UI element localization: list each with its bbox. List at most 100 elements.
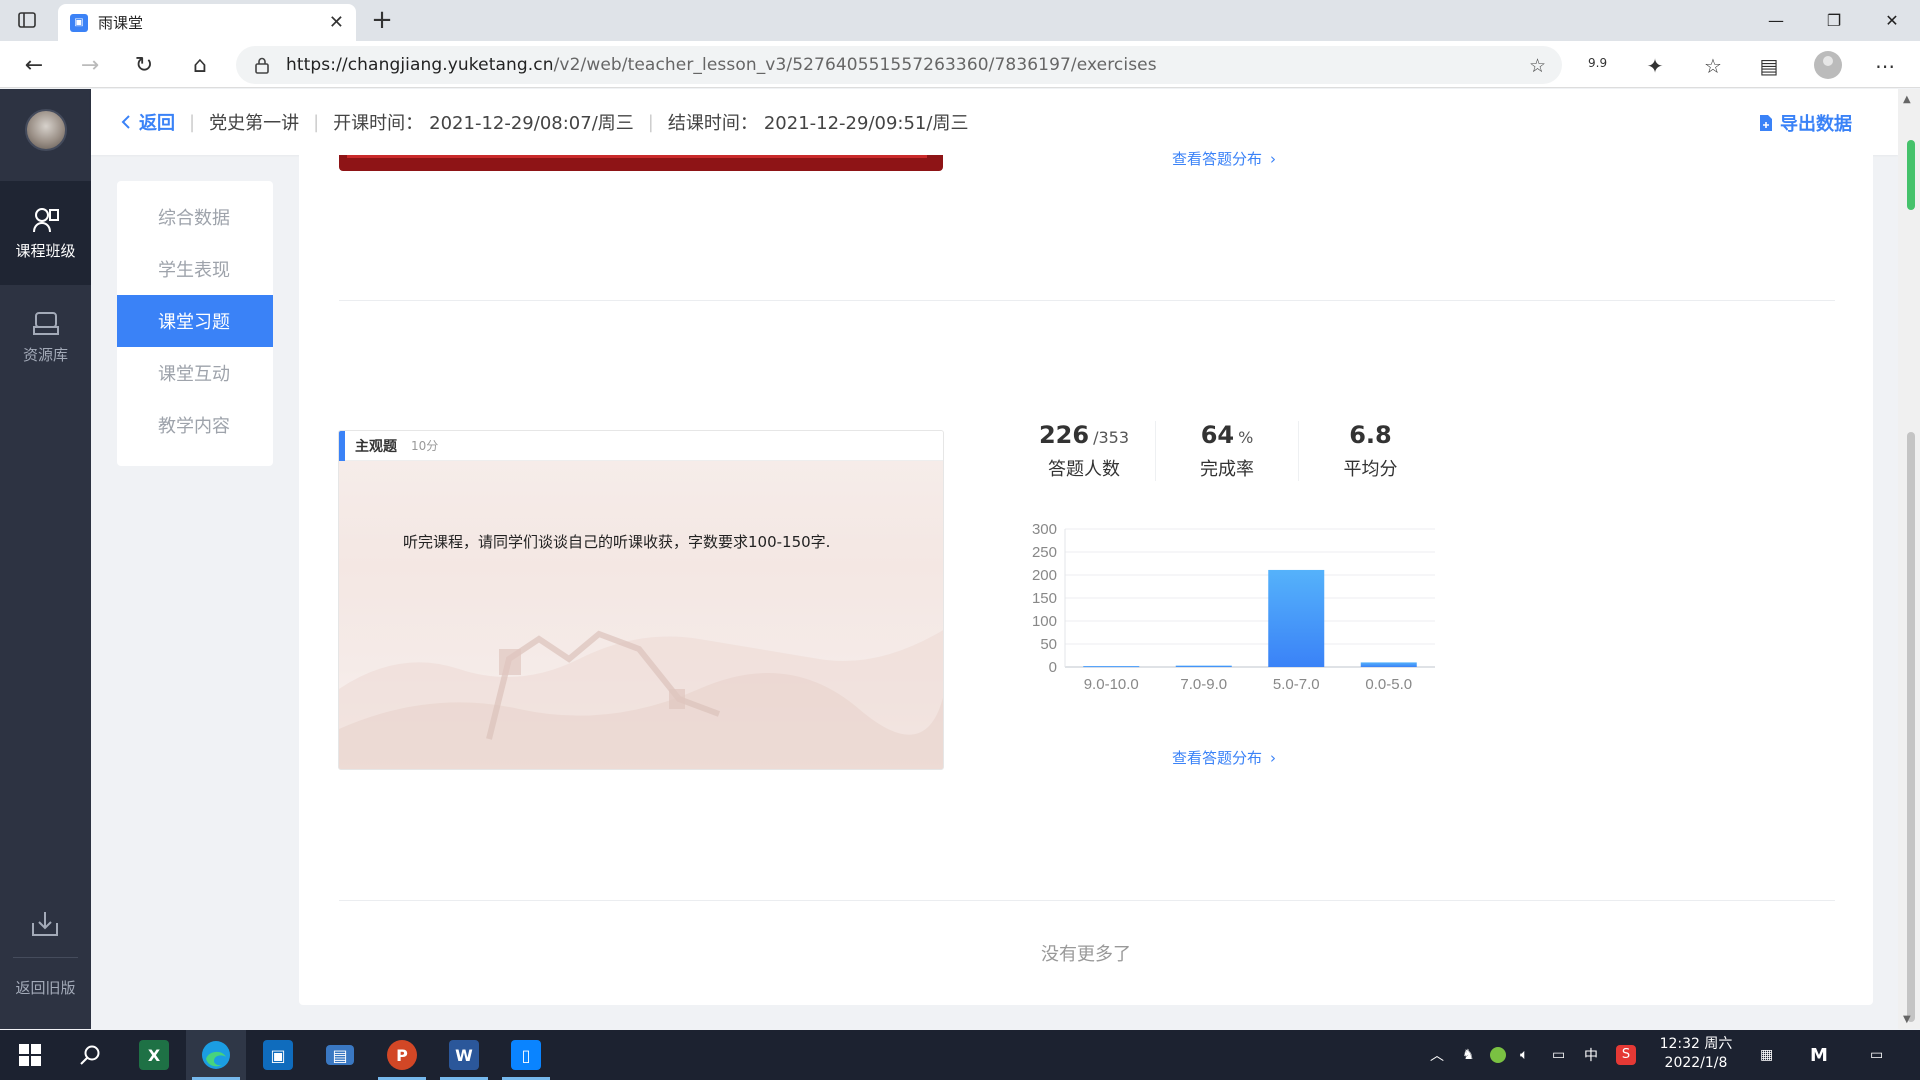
link-label: 查看答题分布 [1172, 150, 1263, 168]
exercise-slide-card[interactable]: 主观题 10分 听完课程，请同学们谈谈自己的听课收获，字数要求100-150字. [338, 430, 944, 770]
scroll-down-icon[interactable]: ▼ [1903, 1014, 1911, 1025]
exercise-stats: 226/353 答题人数 64% 完成率 6.8 平均分 [1013, 421, 1442, 481]
more-menu-icon[interactable]: ⋯ [1872, 53, 1898, 79]
y-tick-label: 250 [1032, 544, 1057, 561]
favorites-icon[interactable]: ☆ [1700, 53, 1726, 79]
windows-taskbar: X ▣ ▤ P W ▯ ︿ ♞ 🔈︎ ▭ 中 S 12:32 周六 2022/1… [0, 1030, 1920, 1080]
link-label: 查看答题分布 [1172, 749, 1263, 767]
ime-indicator[interactable]: 中 [1584, 1030, 1598, 1080]
avatar[interactable] [25, 109, 67, 151]
back-label: 返回 [139, 113, 175, 134]
tray-wechat-icon[interactable] [1490, 1030, 1506, 1080]
x-tick-label: 0.0-5.0 [1365, 676, 1412, 691]
stat-answered: 226/353 答题人数 [1013, 421, 1156, 481]
tab-title: 雨课堂 [98, 14, 144, 32]
exercise-panel: 查看答题分布 › 主观题 10分 听完课程，请同学们谈谈自己的听课收获，字数要求… [299, 150, 1873, 1005]
file-explorer-icon[interactable]: ▤ [310, 1030, 370, 1080]
news-widget-icon[interactable]: ▦ [1760, 1030, 1773, 1080]
sidebar-item-label: 资源库 [22, 345, 68, 364]
divider [339, 900, 1835, 901]
menu-item-exercises[interactable]: 课堂习题 [117, 295, 273, 347]
notifications-icon[interactable]: ▭ [1870, 1030, 1883, 1080]
home-icon[interactable]: ⌂ [182, 47, 218, 83]
view-distribution-link-prev[interactable]: 查看答题分布 › [1172, 148, 1276, 169]
menu-item-overview[interactable]: 综合数据 [117, 191, 273, 243]
excel-icon[interactable]: X [124, 1030, 184, 1080]
search-icon[interactable] [60, 1030, 120, 1080]
sidebar-item-library[interactable]: 资源库 [0, 285, 91, 389]
chevron-right-icon: › [1270, 149, 1277, 168]
restore-icon[interactable]: ❐ [1806, 0, 1862, 41]
minimize-icon[interactable]: — [1748, 0, 1804, 41]
windows-start-icon[interactable] [0, 1030, 60, 1080]
export-icon [1760, 115, 1772, 131]
x-tick-label: 7.0-9.0 [1180, 676, 1227, 691]
profile-icon[interactable] [1814, 51, 1842, 79]
new-tab-icon[interactable]: + [368, 6, 396, 34]
url-host: https://changjiang.yuketang.cn [286, 55, 554, 75]
card-accent-bar [339, 431, 345, 461]
forward-arrow-icon[interactable]: → [72, 47, 108, 83]
answered-label: 答题人数 [1048, 459, 1120, 480]
tab-close-icon[interactable]: ✕ [329, 12, 344, 33]
previous-slide-thumbnail[interactable] [339, 155, 943, 171]
scroll-up-icon[interactable]: ▲ [1903, 94, 1911, 105]
score-distribution-chart: 0 50 100 150 200 250 300 9.0-10.0 7.0-9.0 5.0-7.0… [1032, 521, 1435, 691]
sidebar-item-label: 课程班级 [15, 241, 76, 260]
url-path: /v2/web/teacher_lesson_v3/52764055155726… [553, 55, 1157, 75]
average-label: 平均分 [1343, 459, 1398, 480]
extensions-icon[interactable]: ✦ [1642, 53, 1668, 79]
tray-app-icon[interactable]: ♞ [1462, 1030, 1475, 1080]
menu-item-student-performance[interactable]: 学生表现 [117, 243, 273, 295]
window-close-icon[interactable]: ✕ [1864, 0, 1920, 41]
back-button[interactable]: 返回 [119, 109, 175, 135]
battery-icon[interactable]: ▭ [1552, 1030, 1565, 1080]
taskbar-clock[interactable]: 12:32 周六 2022/1/8 [1650, 1035, 1742, 1073]
menu-item-interaction[interactable]: 课堂互动 [117, 347, 273, 399]
browser-tab[interactable]: ▣ 雨课堂 ✕ [58, 4, 356, 41]
edge-browser-icon[interactable] [186, 1030, 246, 1080]
app-tray-icon[interactable]: M [1810, 1030, 1828, 1080]
great-wall-background-icon [339, 630, 943, 769]
add-favorite-icon[interactable]: ☆ [1529, 55, 1546, 77]
legacy-version-link[interactable]: 返回旧版 [0, 977, 91, 998]
chevron-left-icon [121, 115, 130, 129]
lock-icon[interactable] [254, 56, 270, 74]
sogou-ime-icon[interactable]: S [1616, 1030, 1636, 1080]
zoom-indicator[interactable]: 9.9 [1588, 56, 1607, 70]
download-icon[interactable] [30, 909, 60, 943]
collections-icon[interactable]: ▤ [1756, 53, 1782, 79]
volume-icon[interactable]: 🔈︎ [1520, 1030, 1528, 1080]
export-data-button[interactable]: 导出数据 [1758, 110, 1852, 136]
y-tick-label: 300 [1032, 521, 1057, 538]
start-time: 2021-12-29/08:07/周三 [429, 113, 634, 134]
powerpoint-icon[interactable]: P [372, 1030, 432, 1080]
question-score: 10分 [411, 439, 439, 453]
bar-9.0-10.0 [1083, 666, 1140, 668]
phone-app-icon[interactable]: ▯ [496, 1030, 556, 1080]
sidebar-divider [13, 957, 78, 958]
completion-value: 64 [1200, 421, 1235, 449]
bar-7.0-9.0 [1175, 665, 1232, 667]
question-type: 主观题 [355, 438, 397, 455]
menu-item-content[interactable]: 教学内容 [117, 399, 273, 451]
answered-count: 226 [1038, 421, 1090, 449]
refresh-icon[interactable]: ↻ [126, 47, 162, 83]
word-icon[interactable]: W [434, 1030, 494, 1080]
lesson-menu: 综合数据 学生表现 课堂习题 课堂互动 教学内容 [117, 181, 273, 466]
sidebar-item-classes[interactable]: 课程班级 [0, 181, 91, 285]
card-header: 主观题 10分 [339, 431, 943, 461]
address-bar[interactable]: https://changjiang.yuketang.cn/v2/web/te… [236, 46, 1562, 84]
tray-expand-icon[interactable]: ︿ [1430, 1030, 1444, 1080]
clock-date: 2022/1/8 [1664, 1055, 1728, 1071]
total-count: /353 [1093, 428, 1130, 447]
scrollbar-thumb[interactable] [1907, 432, 1915, 1022]
stat-completion: 64% 完成率 [1156, 421, 1299, 481]
app-sidebar: 课程班级 资源库 返回旧版 [0, 89, 91, 1029]
class-icon [32, 207, 59, 232]
view-distribution-link[interactable]: 查看答题分布 › [1172, 747, 1276, 768]
remote-desktop-icon[interactable]: ▣ [248, 1030, 308, 1080]
tab-actions-icon[interactable] [14, 8, 40, 32]
back-arrow-icon[interactable]: ← [16, 47, 52, 83]
clock-time: 12:32 周六 [1659, 1036, 1733, 1052]
